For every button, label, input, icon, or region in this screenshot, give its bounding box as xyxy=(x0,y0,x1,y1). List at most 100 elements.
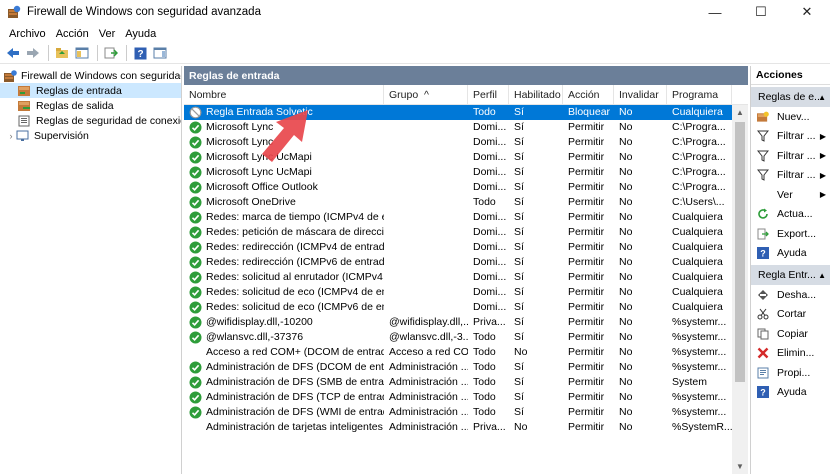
menu-accion[interactable]: Acción xyxy=(51,28,94,40)
action-label: Propi... xyxy=(777,366,811,379)
tree-item-reglas-seguridad[interactable]: Reglas de seguridad de conexión xyxy=(0,113,181,128)
cell-perfil: Todo xyxy=(473,391,496,403)
show-action-pane-button[interactable] xyxy=(151,44,169,62)
action-item[interactable]: Ver ▶ xyxy=(751,185,830,205)
minimize-button[interactable]: — xyxy=(692,0,738,24)
table-row[interactable]: Redes: marca de tiempo (ICMPv4 de entr..… xyxy=(184,210,748,225)
table-row[interactable]: Redes: redirección (ICMPv6 de entrada) Do… xyxy=(184,255,748,270)
table-row[interactable]: Regla Entrada Solvetic Todo Sí Bloquear No Cu… xyxy=(184,105,748,120)
cell-invalidar: No xyxy=(619,406,633,418)
action-item[interactable]: Filtrar ... ▶ xyxy=(751,127,830,147)
cell-perfil: Domi... xyxy=(473,151,507,163)
table-row[interactable]: Redes: petición de máscara de direccione… xyxy=(184,225,748,240)
table-row[interactable]: @wlansvc.dll,-37376 @wlansvc.dll,-3... Tod… xyxy=(184,330,748,345)
rule-name: Administración de DFS (TCP de entrada) xyxy=(206,391,384,403)
table-row[interactable]: Redes: solicitud de eco (ICMPv4 de entra… xyxy=(184,285,748,300)
cell-programa: %systemr... xyxy=(672,391,727,403)
up-folder-button[interactable] xyxy=(53,44,71,62)
vertical-scrollbar[interactable]: ▲ ▼ xyxy=(732,105,748,474)
table-row[interactable]: Administración de DFS (TCP de entrada) Ad… xyxy=(184,390,748,405)
submenu-arrow-icon: ▶ xyxy=(819,190,826,200)
action-label: Nuev... xyxy=(777,110,810,123)
actions-section-regla[interactable]: Regla Entr... ▲ xyxy=(751,265,830,285)
table-row[interactable]: Administración de DFS (DCOM de entrada) A… xyxy=(184,360,748,375)
tree-item-label: Reglas de salida xyxy=(36,99,114,112)
cell-nombre: Microsoft Lync UcMapi xyxy=(184,165,384,180)
action-item[interactable]: ? Ayuda xyxy=(751,244,830,264)
action-item[interactable]: Actua... xyxy=(751,205,830,225)
column-header-accion[interactable]: Acción xyxy=(563,85,614,105)
outbound-rules-icon xyxy=(18,100,32,112)
export-list-button[interactable] xyxy=(102,44,120,62)
table-row[interactable]: Administración de DFS (SMB de entrada) Ad… xyxy=(184,375,748,390)
scroll-down-icon[interactable]: ▼ xyxy=(732,459,748,474)
enabled-check-icon xyxy=(189,121,202,134)
action-item[interactable]: Propi... xyxy=(751,363,830,383)
cell-programa: C:\Progra... xyxy=(672,181,726,193)
column-header-perfil[interactable]: Perfil xyxy=(468,85,509,105)
menu-bar: Archivo Acción Ver Ayuda xyxy=(0,24,830,43)
actions-section-reglas[interactable]: Reglas de e... ▲ xyxy=(751,87,830,107)
table-row[interactable]: Redes: redirección (ICMPv4 de entrada) Do… xyxy=(184,240,748,255)
cell-habilitado: Sí xyxy=(514,256,524,268)
tree-root[interactable]: Firewall de Windows con seguridad av xyxy=(0,68,181,83)
forward-button[interactable] xyxy=(24,44,42,62)
table-row[interactable]: Acceso a red COM+ (DCOM de entrada) Acces… xyxy=(184,345,748,360)
show-tree-button[interactable] xyxy=(73,44,91,62)
action-item[interactable]: Elimin... xyxy=(751,344,830,364)
help-button[interactable]: ? xyxy=(131,44,149,62)
cell-accion: Permitir xyxy=(568,376,605,388)
table-row[interactable]: Microsoft Lync UcMapi Domi... Sí Permitir No… xyxy=(184,150,748,165)
table-row[interactable]: Administración de tarjetas inteligentes … xyxy=(184,420,748,435)
table-row[interactable]: Microsoft Lync Domi... Sí Permitir No C:\Prog… xyxy=(184,120,748,135)
table-row[interactable]: Redes: solicitud de eco (ICMPv6 de entra… xyxy=(184,300,748,315)
scroll-up-icon[interactable]: ▲ xyxy=(732,105,748,120)
cell-nombre: Redes: redirección (ICMPv4 de entrada) xyxy=(184,240,384,255)
scroll-thumb[interactable] xyxy=(735,122,745,382)
table-row[interactable]: Microsoft Office Outlook Domi... Sí Permiti… xyxy=(184,180,748,195)
action-item[interactable]: Nuev... xyxy=(751,107,830,127)
copy-icon xyxy=(757,328,769,340)
table-row[interactable]: Microsoft Lync Domi... Sí Permitir No C:\Prog… xyxy=(184,135,748,150)
tree-item-reglas-entrada[interactable]: Reglas de entrada xyxy=(0,83,181,98)
cell-invalidar: No xyxy=(619,301,633,313)
column-headers: Nombre Grupo ^ Perfil Habilitado Acción … xyxy=(184,85,748,105)
cell-accion: Permitir xyxy=(568,226,605,238)
action-item[interactable]: Copiar xyxy=(751,324,830,344)
collapse-arrow-icon[interactable]: ▲ xyxy=(818,271,826,280)
action-item[interactable]: Cortar xyxy=(751,305,830,325)
close-button[interactable]: ✕ xyxy=(784,0,830,24)
disabled-rule-icon xyxy=(189,421,202,434)
cell-invalidar: No xyxy=(619,136,633,148)
rule-name: @wifidisplay.dll,-10200 xyxy=(206,316,313,328)
menu-archivo[interactable]: Archivo xyxy=(4,28,51,40)
table-row[interactable]: Microsoft Lync UcMapi Domi... Sí Permitir No… xyxy=(184,165,748,180)
table-row[interactable]: Microsoft OneDrive Todo Sí Permitir No C:\Use… xyxy=(184,195,748,210)
cell-habilitado: Sí xyxy=(514,391,524,403)
menu-ayuda[interactable]: Ayuda xyxy=(120,28,161,40)
collapse-arrow-icon[interactable]: ▲ xyxy=(818,93,826,102)
action-item[interactable]: ? Ayuda xyxy=(751,383,830,403)
table-row[interactable]: @wifidisplay.dll,-10200 @wifidisplay.dll,… xyxy=(184,315,748,330)
column-header-nombre[interactable]: Nombre xyxy=(184,85,384,105)
cell-grupo: Administración ... xyxy=(389,391,468,403)
column-header-invalidar[interactable]: Invalidar xyxy=(614,85,667,105)
action-item[interactable]: Desha... xyxy=(751,285,830,305)
action-item[interactable]: Filtrar ... ▶ xyxy=(751,166,830,186)
column-header-programa[interactable]: Programa xyxy=(667,85,732,105)
maximize-button[interactable]: ☐ xyxy=(738,0,784,24)
column-header-habilitado[interactable]: Habilitado xyxy=(509,85,563,105)
tree-item-supervision[interactable]: › Supervisión xyxy=(0,128,181,143)
menu-ver[interactable]: Ver xyxy=(94,28,121,40)
action-item[interactable]: Export... xyxy=(751,224,830,244)
action-item[interactable]: Filtrar ... ▶ xyxy=(751,146,830,166)
enabled-check-icon xyxy=(189,361,202,374)
table-row[interactable]: Administración de DFS (WMI de entrada) Ad… xyxy=(184,405,748,420)
table-row[interactable]: Redes: solicitud al enrutador (ICMPv4 de… xyxy=(184,270,748,285)
cell-perfil: Todo xyxy=(473,376,496,388)
back-button[interactable] xyxy=(4,44,22,62)
cell-grupo xyxy=(384,165,468,180)
tree-item-reglas-salida[interactable]: Reglas de salida xyxy=(0,98,181,113)
actions-pane: Acciones Reglas de e... ▲ Nuev... Filtrar… xyxy=(750,66,830,474)
expand-chevron-icon[interactable]: › xyxy=(6,131,16,141)
